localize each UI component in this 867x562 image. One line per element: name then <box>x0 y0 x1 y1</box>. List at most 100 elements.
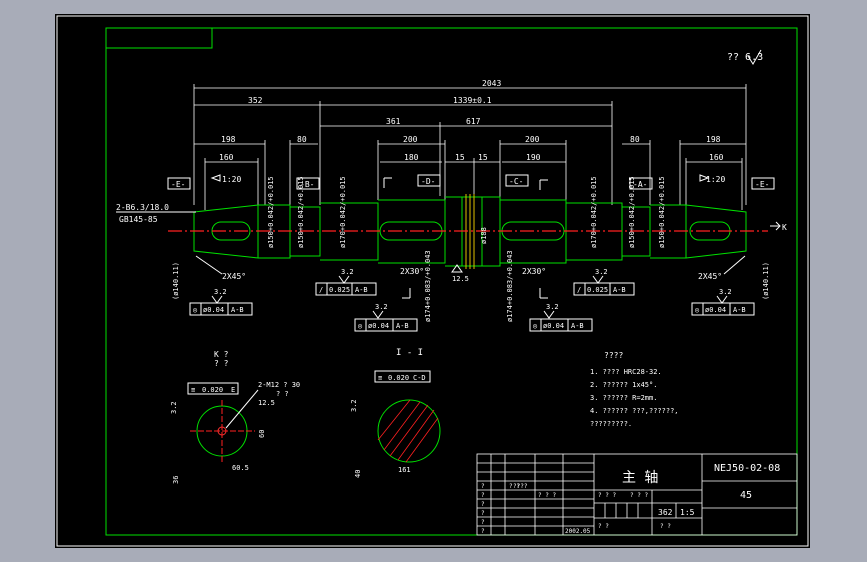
dim-80-right: 80 <box>630 135 640 144</box>
note-2: 2. ?????? 1x45°. <box>590 381 657 389</box>
dim-15-left: 15 <box>455 153 465 162</box>
dia-170-left: ø170+0.042/+0.015 <box>339 176 347 248</box>
view-k-marker: K <box>782 223 787 232</box>
dim-361: 361 <box>386 117 401 126</box>
section-k-subtitle: ? ? <box>214 359 229 368</box>
tb-cell-4: ? <box>481 510 485 517</box>
thread-spec: 2-M12 ? 30 <box>258 381 300 389</box>
section-k-dim-36: 36 <box>172 476 180 484</box>
fcf-sym-cd-symbol: ≡ <box>378 374 382 382</box>
chamfer-30-right: 2X30° <box>522 267 546 276</box>
rough-5: 3.2 <box>595 268 608 276</box>
datum-tag-a: -A- <box>633 180 647 189</box>
tb-cell-3: ? <box>481 501 485 508</box>
cad-drawing-sheet: ?? 6.3 2043 352 1339±0.1 361 617 198 160… <box>55 14 810 548</box>
thread-spec-sub: ? ? <box>276 390 289 398</box>
fcf-6-datum: A-B <box>733 306 746 314</box>
chamfer-45-right: 2X45° <box>698 272 722 281</box>
part-name: 主 轴 <box>622 470 658 486</box>
tb-cell-5: ? <box>481 519 485 526</box>
note-4: 4. ?????? ???,??????, <box>590 407 679 415</box>
dia-188: ø188 <box>480 227 488 244</box>
section-i-rough: 3.2 <box>350 399 358 412</box>
dim-190: 190 <box>526 153 541 162</box>
section-i-dim-161: 161 <box>398 466 411 474</box>
tb-cell-12: ? ? <box>598 523 609 530</box>
fcf-sym-e-datum: E <box>231 386 235 394</box>
section-i-title: I - I <box>396 348 423 358</box>
fcf-5-tol: 0.025 <box>587 286 608 294</box>
fcf-2-datum: A-B <box>355 286 368 294</box>
center-hole-spec: 2-B6.3/18.0 <box>116 203 169 212</box>
dim-617: 617 <box>466 117 481 126</box>
drawing-background <box>55 14 810 548</box>
taper-right: 1:20 <box>706 175 725 184</box>
center-hole-std: GB145-85 <box>119 215 158 224</box>
dim-overall: 2043 <box>482 79 501 88</box>
fcf-1-tol: ø0.04 <box>203 306 224 314</box>
scale: 1:5 <box>680 508 695 517</box>
datum-tag-e-left: -E- <box>171 180 185 189</box>
fcf-5-datum: A-B <box>613 286 626 294</box>
section-k-dim-60: 60 <box>258 430 266 438</box>
dia-150-right2: ø150+0.042/+0.015 <box>658 176 666 248</box>
dim-left-seg: 352 <box>248 96 263 105</box>
rough-1: 3.2 <box>214 288 227 296</box>
tb-cell-13: ? ? <box>660 523 671 530</box>
weight: 362 <box>658 508 673 517</box>
fcf-sym-cd-tol: 0.020 <box>388 374 409 382</box>
notes-heading: ???? <box>604 351 623 360</box>
dim-160-left: 160 <box>219 153 234 162</box>
material: 45 <box>740 490 752 501</box>
datum-tag-d: -D- <box>421 177 435 186</box>
note-1: 1. ???? HRC28-32. <box>590 368 662 376</box>
datum-tag-b: -B- <box>300 180 314 189</box>
dia-170-right: ø170+0.042/+0.015 <box>590 176 598 248</box>
chamfer-45-left: 2X45° <box>222 272 246 281</box>
tb-cell-10: ? ? ? <box>598 492 616 499</box>
tb-cell-2: ? <box>481 492 485 499</box>
dim-15-right: 15 <box>478 153 488 162</box>
fcf-4-tol: ø0.04 <box>543 322 564 330</box>
fcf-sym-cd-datum: C-D <box>413 374 426 382</box>
note-5: ?????????. <box>590 420 632 428</box>
dim-200-left: 200 <box>403 135 418 144</box>
fcf-6-tol: ø0.04 <box>705 306 726 314</box>
fcf-2-tol: 0.025 <box>329 286 350 294</box>
dia-174-right: ø174+0.083/+0.043 <box>506 250 514 322</box>
fcf-sym-e-symbol: ≡ <box>191 386 195 394</box>
dia-140-right: (ø140.11) <box>762 262 770 300</box>
tb-cell-1: ? <box>481 483 485 490</box>
dim-180: 180 <box>404 153 419 162</box>
dim-200-right: 200 <box>525 135 540 144</box>
datum-tag-e-right: -E- <box>755 180 769 189</box>
rough-125: 12.5 <box>452 275 469 283</box>
dia-174-left: ø174+0.083/+0.043 <box>424 250 432 322</box>
dim-80-left: 80 <box>297 135 307 144</box>
dim-198-left: 198 <box>221 135 236 144</box>
tb-cell-9: ? ? ? <box>538 492 556 499</box>
top-right-note: ?? 6.3 <box>727 52 763 63</box>
section-k-title: K ? <box>214 350 229 359</box>
fcf-2-symbol: / <box>319 286 323 294</box>
fcf-5-symbol: / <box>577 286 581 294</box>
drawing-number: NEJ50-02-08 <box>714 463 780 474</box>
fcf-3-tol: ø0.04 <box>368 322 389 330</box>
rough-4: 3.2 <box>546 303 559 311</box>
taper-left: 1:20 <box>222 175 241 184</box>
tb-cell-11: ? ? ? <box>630 492 648 499</box>
chamfer-30-left: 2X30° <box>400 267 424 276</box>
rough-3: 3.2 <box>375 303 388 311</box>
fcf-sym-e-tol: 0.020 <box>202 386 223 394</box>
rough-6: 3.2 <box>719 288 732 296</box>
section-k-rough-side: 3.2 <box>170 401 178 414</box>
section-k-rough: 12.5 <box>258 399 275 407</box>
fcf-4-datum: A-B <box>571 322 584 330</box>
dim-198-right: 198 <box>706 135 721 144</box>
dim-mid-span: 1339±0.1 <box>453 96 492 105</box>
tb-cell-6: ? <box>481 528 485 535</box>
note-3: 3. ?????? R=2mm. <box>590 394 657 402</box>
datum-tag-c: -C- <box>509 177 523 186</box>
rough-2: 3.2 <box>341 268 354 276</box>
dim-160-right: 160 <box>709 153 724 162</box>
